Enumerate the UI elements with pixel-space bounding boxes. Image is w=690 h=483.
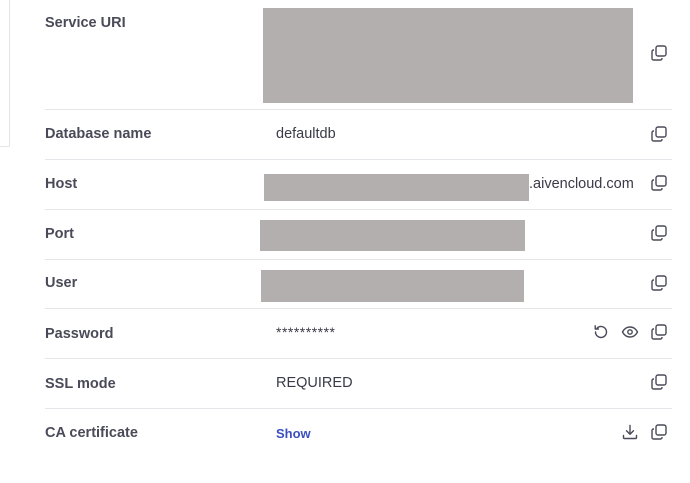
ssl-mode-label: SSL mode bbox=[45, 376, 116, 392]
port-label: Port bbox=[45, 226, 74, 242]
password-label: Password bbox=[45, 326, 114, 342]
password-masked-value: ********** bbox=[276, 324, 336, 340]
copy-icon[interactable] bbox=[650, 323, 668, 341]
copy-icon[interactable] bbox=[650, 125, 668, 143]
row-ca-certificate: CA certificate Show bbox=[45, 408, 672, 458]
copy-icon[interactable] bbox=[650, 44, 668, 62]
connection-information-panel: Service URI Database name defaultdb Host… bbox=[0, 0, 690, 483]
database-name-label: Database name bbox=[45, 126, 152, 142]
port-redacted-value bbox=[260, 220, 525, 251]
ca-certificate-label: CA certificate bbox=[45, 425, 138, 441]
copy-icon[interactable] bbox=[650, 224, 668, 242]
copy-icon[interactable] bbox=[650, 423, 668, 441]
side-panel-edge bbox=[0, 0, 10, 147]
user-label: User bbox=[45, 275, 78, 291]
host-redacted-value bbox=[264, 174, 529, 201]
row-user: User bbox=[45, 259, 672, 309]
ssl-mode-value: REQUIRED bbox=[276, 375, 353, 391]
copy-icon[interactable] bbox=[650, 274, 668, 292]
copy-icon[interactable] bbox=[650, 174, 668, 192]
row-service-uri: Service URI bbox=[45, 0, 672, 110]
reset-password-icon[interactable] bbox=[592, 323, 610, 341]
ca-certificate-show-link[interactable]: Show bbox=[276, 426, 311, 441]
download-icon[interactable] bbox=[621, 423, 639, 441]
row-ssl-mode: SSL mode REQUIRED bbox=[45, 358, 672, 409]
eye-icon[interactable] bbox=[621, 323, 639, 341]
service-uri-label: Service URI bbox=[45, 15, 126, 31]
row-host: Host .aivencloud.com bbox=[45, 159, 672, 210]
row-database-name: Database name defaultdb bbox=[45, 109, 672, 160]
copy-icon[interactable] bbox=[650, 373, 668, 391]
row-port: Port bbox=[45, 209, 672, 260]
service-uri-redacted-value bbox=[263, 8, 633, 103]
database-name-value: defaultdb bbox=[276, 126, 336, 142]
row-password: Password ********** bbox=[45, 308, 672, 359]
user-redacted-value bbox=[261, 270, 524, 302]
host-label: Host bbox=[45, 176, 78, 192]
host-domain-suffix: .aivencloud.com bbox=[529, 176, 634, 192]
